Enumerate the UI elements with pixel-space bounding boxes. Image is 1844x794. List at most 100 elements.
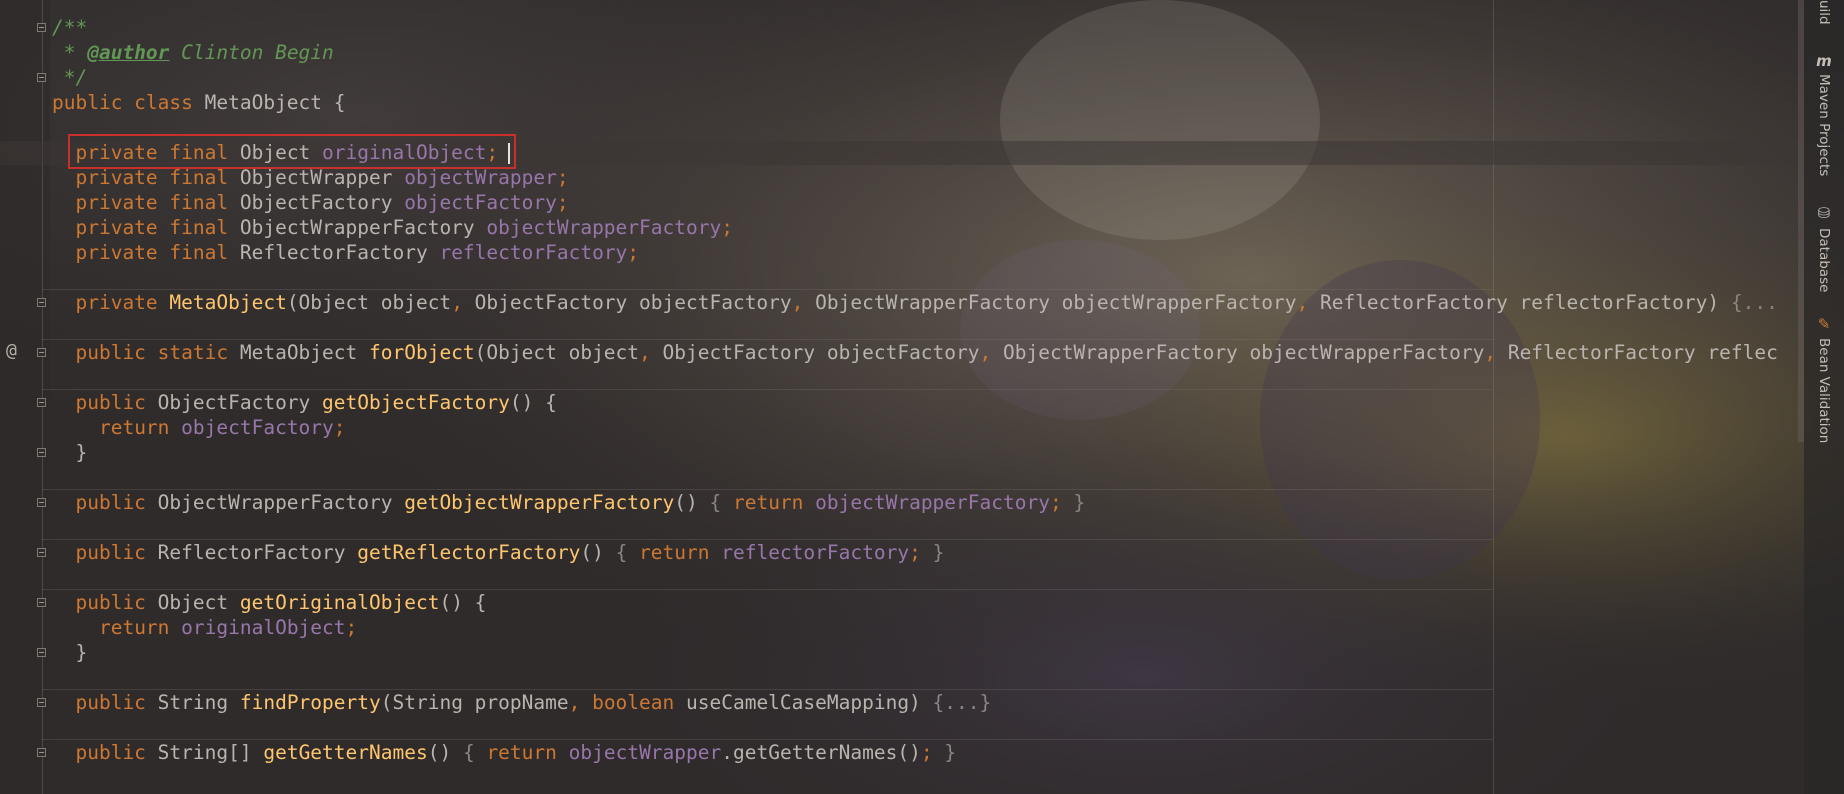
code-token: ObjectWrapperFactory objectWrapperFactor…: [1003, 341, 1485, 364]
fold-toggle[interactable]: [37, 648, 46, 657]
code-token: ObjectWrapperFactory: [239, 216, 487, 239]
code-token: (Object object: [474, 341, 640, 364]
code-token: public: [75, 741, 158, 764]
code-token: public: [75, 391, 158, 414]
code-line[interactable]: public String findProperty(String propNa…: [52, 690, 991, 715]
code-token: objectWrapperFactory: [486, 216, 722, 239]
code-token: {: [615, 541, 640, 564]
code-token: ObjectFactory: [157, 391, 323, 414]
code-line[interactable]: public Object getOriginalObject() {: [52, 590, 486, 615]
code-token: objectFactory: [181, 416, 334, 439]
code-token: ReflectorFactory: [239, 241, 440, 264]
code-token: objectFactory: [404, 191, 557, 214]
code-token: ObjectWrapper: [239, 166, 405, 189]
code-line[interactable]: private final ObjectWrapperFactory objec…: [52, 215, 733, 240]
code-line[interactable]: private final ReflectorFactory reflector…: [52, 240, 639, 265]
fold-toggle[interactable]: [37, 698, 46, 707]
code-token: ReflectorFactory: [157, 541, 358, 564]
code-token: ,: [451, 291, 475, 314]
gutter-separator: [42, 0, 43, 794]
code-token: ;: [1049, 491, 1062, 514]
code-line[interactable]: }: [52, 640, 87, 665]
code-token: ;: [721, 216, 733, 239]
code-line[interactable]: */: [52, 65, 88, 90]
code-token: String[]: [157, 741, 264, 764]
code-token: ;: [556, 166, 569, 189]
code-line[interactable]: public ObjectFactory getObjectFactory() …: [52, 390, 556, 415]
code-token: objectWrapper: [568, 741, 722, 764]
code-line[interactable]: return originalObject;: [52, 615, 357, 640]
code-token: reflectorFactory: [439, 241, 628, 264]
code-token: ObjectFactory: [239, 191, 405, 214]
code-token: public static: [75, 341, 240, 364]
code-token: String: [157, 691, 240, 714]
code-line[interactable]: public ReflectorFactory getReflectorFact…: [52, 540, 944, 565]
code-token: boolean: [592, 691, 686, 714]
code-token: ;: [627, 241, 640, 264]
code-token: MetaObject: [239, 341, 369, 364]
code-token: }: [52, 441, 88, 464]
code-token: getObjectFactory: [322, 391, 510, 414]
code-token: objectWrapper: [404, 166, 557, 189]
code-token: {...}: [932, 691, 992, 714]
code-token: private final: [75, 166, 240, 189]
code-token: ObjectFactory objectFactory: [474, 291, 792, 314]
code-token: *: [52, 41, 88, 64]
override-marker-icon[interactable]: @: [6, 340, 17, 361]
code-token: reflectorFactory: [721, 541, 910, 564]
code-token: {...: [1730, 291, 1778, 314]
code-token: ,: [568, 691, 593, 714]
code-line[interactable]: * @author Clinton Begin: [52, 40, 334, 65]
tool-tab-bean-validation[interactable]: Bean Validation: [1808, 338, 1840, 443]
code-token: public: [75, 591, 158, 614]
tool-tab-maven-projects[interactable]: Maven Projects: [1808, 74, 1840, 176]
fold-toggle[interactable]: [37, 748, 46, 757]
fold-toggle[interactable]: [37, 298, 46, 307]
code-line[interactable]: private final ObjectFactory objectFactor…: [52, 190, 568, 215]
code-line[interactable]: public class MetaObject {: [52, 90, 346, 115]
code-line[interactable]: /**: [52, 15, 87, 40]
tool-tab-build[interactable]: uild: [1808, 0, 1840, 25]
code-line[interactable]: public String[] getGetterNames() { retur…: [52, 740, 956, 765]
code-token: getReflectorFactory: [357, 541, 581, 564]
fold-toggle[interactable]: [37, 498, 46, 507]
code-token: Object: [157, 591, 240, 614]
code-line[interactable]: return objectFactory;: [52, 415, 346, 440]
fold-toggle[interactable]: [37, 548, 46, 557]
code-token: {: [462, 741, 487, 764]
fold-toggle[interactable]: [37, 23, 46, 32]
code-token: getGetterNames: [263, 741, 428, 764]
code-token: (String propName: [380, 691, 569, 714]
code-token: (): [427, 741, 463, 764]
code-line[interactable]: public static MetaObject forObject(Objec…: [52, 340, 1777, 365]
code-token: MetaObject {: [204, 91, 346, 114]
code-token: ObjectFactory objectFactory: [662, 341, 980, 364]
code-token: ,: [791, 291, 816, 314]
code-line[interactable]: private MetaObject(Object object, Object…: [52, 290, 1778, 315]
fold-toggle[interactable]: [37, 448, 46, 457]
code-token: ;: [333, 416, 346, 439]
fold-toggle[interactable]: [37, 348, 46, 357]
code-token: forObject: [369, 341, 475, 364]
code-token: return: [639, 541, 722, 564]
code-token: ,: [1484, 341, 1508, 364]
code-token: private final: [75, 241, 240, 264]
code-line[interactable]: }: [52, 440, 87, 465]
tool-tab-database[interactable]: Database: [1808, 228, 1840, 292]
code-line[interactable]: public ObjectWrapperFactory getObjectWra…: [52, 490, 1085, 515]
code-token: () {: [439, 591, 487, 614]
code-token: useCamelCaseMapping): [686, 691, 933, 714]
fold-toggle[interactable]: [37, 398, 46, 407]
code-token: ,: [979, 341, 1003, 364]
code-token: findProperty: [239, 691, 381, 714]
fold-toggle[interactable]: [37, 598, 46, 607]
code-token: /**: [52, 16, 88, 39]
code-token: MetaObject: [169, 291, 287, 314]
code-token: public: [75, 691, 158, 714]
code-editor[interactable]: /** * @author Clinton Begin */public cla…: [52, 15, 1804, 794]
fold-toggle[interactable]: [37, 73, 46, 82]
